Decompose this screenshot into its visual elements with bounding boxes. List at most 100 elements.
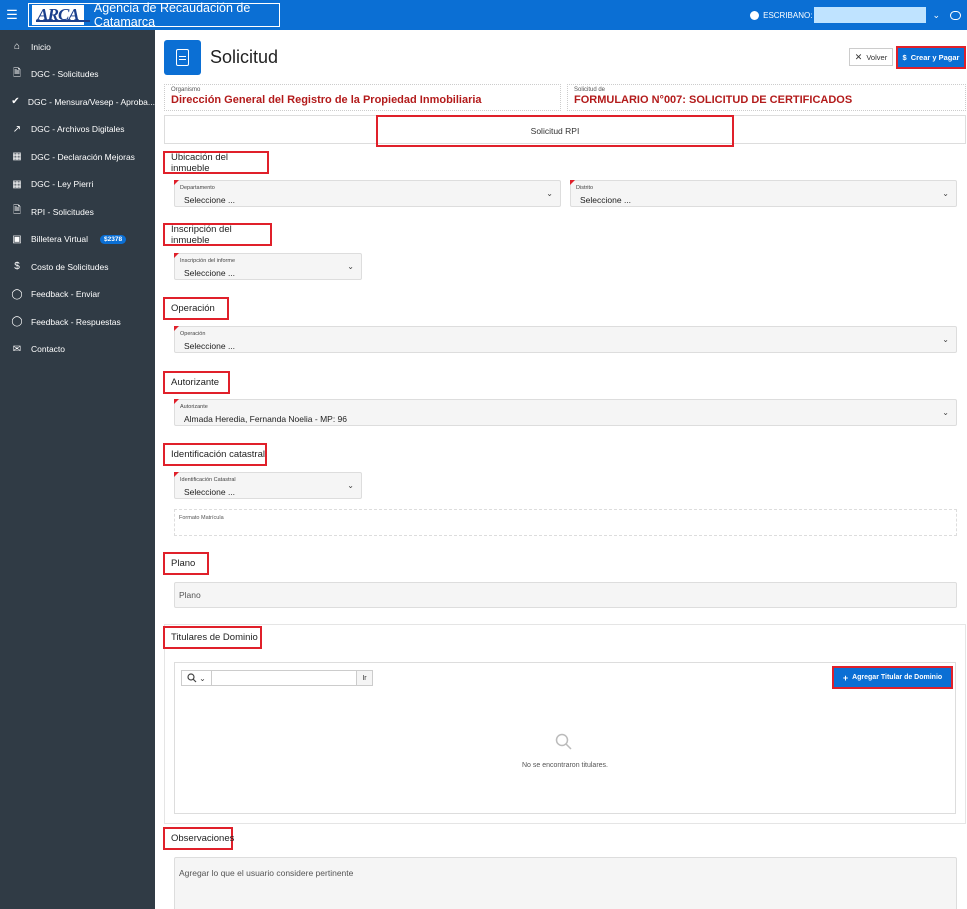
sidebar-item-label: Billetera Virtual (31, 234, 89, 245)
sidebar-item-label: Costo de Solicitudes (31, 261, 109, 272)
document-icon: 🗎 (12, 67, 22, 79)
go-button[interactable]: Ir (357, 670, 373, 686)
search-column-button[interactable]: ⌄ (181, 670, 212, 686)
crear-y-pagar-button[interactable]: $ Crear y Pagar (896, 46, 966, 69)
sidebar-item-dgc-archivos[interactable]: ↗ DGC - Archivos Digitales (0, 116, 155, 144)
chat-icon[interactable] (950, 10, 961, 20)
close-icon: ✕ (854, 51, 863, 62)
sidebar-item-label: DGC - Archivos Digitales (31, 124, 125, 135)
section-ubicacion: Ubicación del inmueble (163, 151, 269, 174)
identificacion-catastral-select[interactable]: Identificación Catastral Seleccione ... … (174, 472, 362, 499)
solicitud-field: Solicitud de FORMULARIO N°007: SOLICITUD… (567, 84, 966, 111)
field-value: Seleccione ... (580, 195, 632, 205)
check-circle-icon: ✔ (11, 96, 20, 108)
hamburger-icon: ☰ (6, 7, 18, 22)
page-title: Solicitud (210, 47, 279, 67)
sidebar-item-label: DGC - Ley Pierri (31, 179, 94, 190)
section-inscripcion: Inscripción del inmueble (163, 223, 272, 246)
sidebar-item-rpi-solicitudes[interactable]: 🗎 RPI - Solicitudes (0, 198, 155, 226)
field-label: Formato Matrícula (179, 515, 224, 521)
field-value: Almada Heredia, Fernanda Noelia - MP: 96 (184, 414, 347, 424)
agency-name: Agencia de Recaudación de Catamarca (93, 1, 251, 29)
solicitud-value: FORMULARIO N°007: SOLICITUD DE CERTIFICA… (574, 94, 853, 106)
user-name-redacted (814, 7, 927, 23)
user-menu[interactable]: ESCRIBANO: ⌄ (750, 0, 961, 30)
inscripcion-informe-select[interactable]: Inscripción del informe Seleccione ... ⌄ (174, 253, 362, 280)
tab-solicitud-rpi[interactable]: Solicitud RPI (376, 115, 734, 147)
section-identificacion: Identificación catastral (163, 443, 267, 466)
menu-toggle-button[interactable]: ☰ (0, 0, 24, 30)
field-label: Distrito (576, 185, 594, 191)
search-icon (555, 733, 572, 750)
sidebar-item-label: Feedback - Enviar (31, 289, 100, 300)
field-value: Seleccione ... (184, 487, 236, 497)
page-icon (164, 40, 201, 75)
sidebar-item-contacto[interactable]: ✉ Contacto (0, 336, 155, 364)
comment-icon: ◯ (11, 316, 23, 328)
sidebar-item-feedback-respuestas[interactable]: ◯ Feedback - Respuestas (0, 308, 155, 336)
logo-text: ARCA (37, 5, 79, 24)
organismo-field: Organismo Dirección General del Registro… (164, 84, 561, 111)
field-value: Seleccione ... (184, 195, 236, 205)
agregar-label: Agregar Titular de Dominio (852, 674, 943, 681)
sidebar-item-dgc-ley-pierri[interactable]: ▦ DGC - Ley Pierri (0, 171, 155, 199)
volver-button[interactable]: ✕ Volver (849, 48, 893, 66)
plano-input[interactable]: Plano (174, 582, 957, 608)
chevron-down-icon: ⌄ (942, 189, 949, 198)
arca-logo: ARCA (32, 5, 90, 25)
search-input[interactable] (212, 670, 357, 686)
sidebar-item-label: Feedback - Respuestas (31, 316, 121, 327)
chevron-down-icon: ⌄ (347, 481, 354, 490)
autorizante-select[interactable]: Autorizante Almada Heredia, Fernanda Noe… (174, 399, 957, 426)
sidebar-item-label: DGC - Solicitudes (31, 69, 99, 80)
user-icon (750, 10, 760, 20)
building-icon: ▦ (12, 151, 22, 163)
building-icon: ▦ (12, 178, 22, 190)
wallet-icon: ▣ (12, 233, 22, 245)
field-label: Inscripción del informe (180, 258, 236, 264)
sidebar-item-dgc-solicitudes[interactable]: 🗎 DGC - Solicitudes (0, 61, 155, 89)
crear-label: Crear y Pagar (910, 53, 960, 62)
chevron-down-icon: ⌄ (347, 262, 354, 271)
organismo-label: Organismo (171, 87, 201, 93)
mail-icon: ✉ (12, 343, 22, 355)
chevron-down-icon: ⌄ (942, 335, 949, 344)
chevron-down-icon[interactable]: ⌄ (932, 10, 940, 21)
sidebar-item-label: DGC - Mensura/Vesep - Aproba... (27, 96, 155, 107)
brand[interactable]: ARCA Agencia de Recaudación de Catamarca (28, 1, 280, 29)
titulares-report: ⌄ Ir + Agregar Titular de Dominio No se … (174, 662, 956, 814)
sidebar-item-label: Contacto (31, 344, 66, 355)
sidebar-item-label: DGC - Declaración Mejoras (31, 151, 135, 162)
plus-icon: + (842, 672, 849, 683)
distrito-select[interactable]: Distrito Seleccione ... ⌄ (570, 180, 957, 207)
sidebar-item-costo[interactable]: $ Costo de Solicitudes (0, 253, 155, 281)
empty-message: No se encontraron titulares. (522, 762, 608, 769)
sidebar-item-feedback-enviar[interactable]: ◯ Feedback - Enviar (0, 281, 155, 309)
field-value: Seleccione ... (184, 341, 236, 351)
section-observaciones: Observaciones (163, 827, 234, 850)
agregar-titular-button[interactable]: + Agregar Titular de Dominio (832, 666, 953, 689)
chart-icon: ↗ (12, 123, 22, 135)
main-content: Solicitud ✕ Volver $ Crear y Pagar Organ… (155, 30, 967, 909)
sidebar-item-label: Inicio (31, 41, 51, 52)
sidebar-item-dgc-mensura[interactable]: ✔ DGC - Mensura/Vesep - Aproba... (0, 88, 155, 116)
sidebar-item-billetera[interactable]: ▣ Billetera Virtual $2378 (0, 226, 155, 254)
sidebar-item-dgc-declaracion[interactable]: ▦ DGC - Declaración Mejoras (0, 143, 155, 171)
section-titulares: Titulares de Dominio (163, 626, 262, 649)
field-value: Seleccione ... (184, 268, 236, 278)
sidebar-item-inicio[interactable]: ⌂ Inicio (0, 33, 155, 61)
sidebar-item-label: RPI - Solicitudes (31, 206, 94, 217)
observaciones-textarea[interactable]: Agregar lo que el usuario considere pert… (174, 857, 957, 909)
chevron-down-icon: ⌄ (199, 673, 206, 683)
user-label: ESCRIBANO: (763, 10, 813, 20)
operacion-select[interactable]: Operación Seleccione ... ⌄ (174, 326, 957, 353)
formato-matricula-field[interactable]: Formato Matrícula (174, 509, 957, 536)
field-label: Operación (180, 331, 206, 337)
search-bar: ⌄ Ir (181, 670, 373, 686)
home-icon: ⌂ (13, 41, 21, 53)
chevron-down-icon: ⌄ (546, 189, 553, 198)
departamento-select[interactable]: Departamento Seleccione ... ⌄ (174, 180, 561, 207)
field-label: Departamento (180, 185, 215, 191)
chevron-down-icon: ⌄ (942, 408, 949, 417)
sidebar: ⌂ Inicio 🗎 DGC - Solicitudes ✔ DGC - Men… (0, 30, 155, 909)
